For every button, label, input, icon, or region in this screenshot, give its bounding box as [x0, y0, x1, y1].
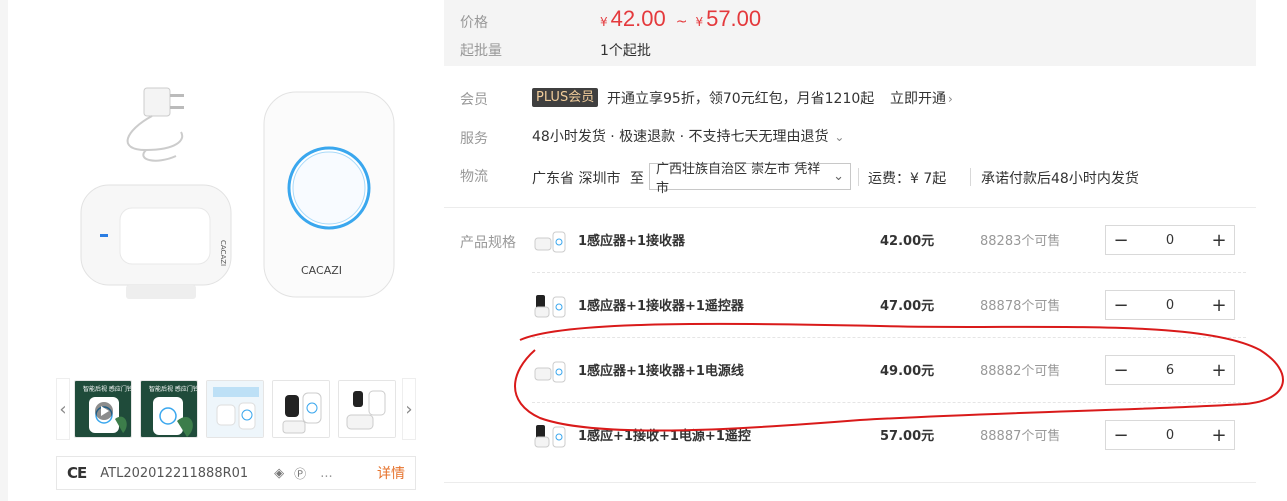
- price-min: 42.00: [610, 6, 666, 31]
- left-edge: [0, 0, 8, 501]
- quantity-input[interactable]: 0: [1136, 233, 1204, 248]
- service-dropdown[interactable]: 48小时发货 · 极速退款 · 不支持七天无理由退货 ⌄: [532, 126, 844, 146]
- service-label: 服务: [460, 131, 488, 147]
- member-label: 会员: [460, 92, 488, 108]
- thumb-next-arrow-icon[interactable]: ›: [402, 378, 416, 440]
- sku-thumbnail[interactable]: [532, 291, 568, 321]
- receiver-image: CACAZI: [263, 91, 395, 298]
- decrement-button[interactable]: −: [1106, 226, 1136, 254]
- sku-price: 47.00元: [880, 299, 935, 314]
- ship-to-label: 至: [630, 171, 644, 187]
- thumbnail-3[interactable]: [206, 380, 264, 438]
- spec-label: 产品规格: [460, 235, 516, 251]
- quantity-stepper: − 0 +: [1105, 225, 1235, 255]
- sku-price: 57.00元: [880, 429, 935, 444]
- chevron-down-icon: ⌄: [833, 169, 844, 184]
- yen-symbol: ¥: [600, 15, 608, 29]
- quantity-stepper: − 0 +: [1105, 420, 1235, 450]
- sku-price: 42.00元: [880, 234, 935, 249]
- yen-symbol: ¥: [695, 15, 704, 29]
- round-cert-icon: Ⓟ: [294, 466, 307, 481]
- thumb-caption: 智能后视 感应门铃: [149, 385, 198, 393]
- ship-from: 广东省 深圳市: [532, 171, 621, 187]
- quantity-input[interactable]: 0: [1136, 428, 1204, 443]
- ce-mark-icon: CE: [67, 464, 87, 482]
- receiver-brand-text: CACAZI: [301, 264, 342, 277]
- activate-plus-label: 立即开通: [890, 91, 946, 107]
- sku-name: 1感应器+1接收器+1遥控器: [578, 299, 744, 314]
- thumbnail-4[interactable]: [272, 380, 330, 438]
- sensor-image: CACAZI: [80, 184, 232, 299]
- increment-button[interactable]: +: [1204, 356, 1234, 384]
- sku-price: 49.00元: [880, 364, 935, 379]
- quantity-input[interactable]: 6: [1136, 363, 1204, 378]
- logistics-label: 物流: [460, 169, 488, 185]
- quantity-stepper: − 0 +: [1105, 290, 1235, 320]
- destination-select[interactable]: 广西壮族自治区 崇左市 凭祥市 ⌄: [649, 162, 851, 196]
- product-page: CACAZI CACAZI ‹ 智能后视 感应门铃 智能后视 感应门铃 › CE…: [0, 0, 1287, 501]
- sku-stock: 88887个可售: [980, 429, 1061, 444]
- shipping-fee: 运费：¥ 7起: [868, 171, 947, 187]
- cert-more-dots: ...: [320, 465, 333, 481]
- increment-button[interactable]: +: [1204, 226, 1234, 254]
- thumbnail-2[interactable]: 智能后视 感应门铃: [140, 380, 198, 438]
- thumbnail-5[interactable]: [338, 380, 396, 438]
- sku-stock: 88283个可售: [980, 234, 1061, 249]
- section-divider: [444, 482, 1256, 483]
- thumbnail-1-video[interactable]: 智能后视 感应门铃: [74, 380, 132, 438]
- cert-details-link[interactable]: 详情: [377, 463, 405, 483]
- sku-name: 1感应+1接收+1电源+1遥控: [578, 429, 751, 444]
- increment-button[interactable]: +: [1204, 421, 1234, 449]
- certification-bar: CE ATL202012211888R01 ◈ Ⓟ ... 详情: [56, 456, 416, 490]
- sku-thumbnail[interactable]: [532, 421, 568, 451]
- decrement-button[interactable]: −: [1106, 421, 1136, 449]
- price-tilde: ~: [675, 14, 688, 30]
- price-range: ¥42.00 ~ ¥57.00: [600, 6, 761, 32]
- sku-name: 1感应器+1接收器: [578, 234, 685, 249]
- sku-row: 1感应器+1接收器+1电源线 49.00元 88882个可售 − 6 +: [532, 338, 1246, 403]
- destination-value: 广西壮族自治区 崇左市 凭祥市: [656, 161, 821, 196]
- thumbnail-strip: ‹ 智能后视 感应门铃 智能后视 感应门铃 ›: [56, 378, 416, 440]
- moq-label: 起批量: [460, 43, 502, 59]
- chevron-right-icon: ›: [948, 92, 953, 106]
- sensor-brand-text: CACAZI: [219, 240, 227, 266]
- sku-thumbnail[interactable]: [532, 226, 568, 256]
- moq-value: 1个起批: [600, 43, 651, 59]
- activate-plus-link[interactable]: 立即开通 ›: [890, 88, 953, 108]
- sku-name: 1感应器+1接收器+1电源线: [578, 364, 744, 379]
- main-product-image: CACAZI CACAZI: [80, 87, 395, 299]
- sku-stock: 88878个可售: [980, 299, 1061, 314]
- shipping-note: 承诺付款后48小时内发货: [981, 171, 1139, 187]
- price-max: 57.00: [706, 6, 762, 31]
- chevron-down-icon: ⌄: [830, 130, 845, 144]
- quantity-stepper: − 6 +: [1105, 355, 1235, 385]
- plus-member-badge: PLUS会员: [532, 88, 599, 107]
- increment-button[interactable]: +: [1204, 291, 1234, 319]
- diamond-cert-icon: ◈: [274, 465, 285, 481]
- sku-stock: 88882个可售: [980, 364, 1061, 379]
- service-text: 48小时发货 · 极速退款 · 不支持七天无理由退货: [532, 129, 829, 145]
- plus-member-text: 开通立享95折，领70元红包，月省1210起: [607, 91, 875, 107]
- cert-code: ATL202012211888R01: [100, 465, 249, 481]
- price-label: 价格: [460, 15, 488, 31]
- sku-row: 1感应器+1接收器+1遥控器 47.00元 88878个可售 − 0 +: [532, 273, 1246, 338]
- sku-row: 1感应+1接收+1电源+1遥控 57.00元 88887个可售 − 0 +: [532, 403, 1246, 468]
- decrement-button[interactable]: −: [1106, 356, 1136, 384]
- adapter-image: [126, 87, 184, 162]
- divider: [970, 168, 971, 186]
- divider: [858, 168, 859, 186]
- decrement-button[interactable]: −: [1106, 291, 1136, 319]
- thumb-prev-arrow-icon[interactable]: ‹: [56, 378, 70, 440]
- sku-thumbnail[interactable]: [532, 356, 568, 386]
- sku-row: 1感应器+1接收器 42.00元 88283个可售 − 0 +: [532, 208, 1246, 273]
- price-box: [444, 0, 1256, 66]
- quantity-input[interactable]: 0: [1136, 298, 1204, 313]
- thumb-caption: 智能后视 感应门铃: [83, 385, 132, 393]
